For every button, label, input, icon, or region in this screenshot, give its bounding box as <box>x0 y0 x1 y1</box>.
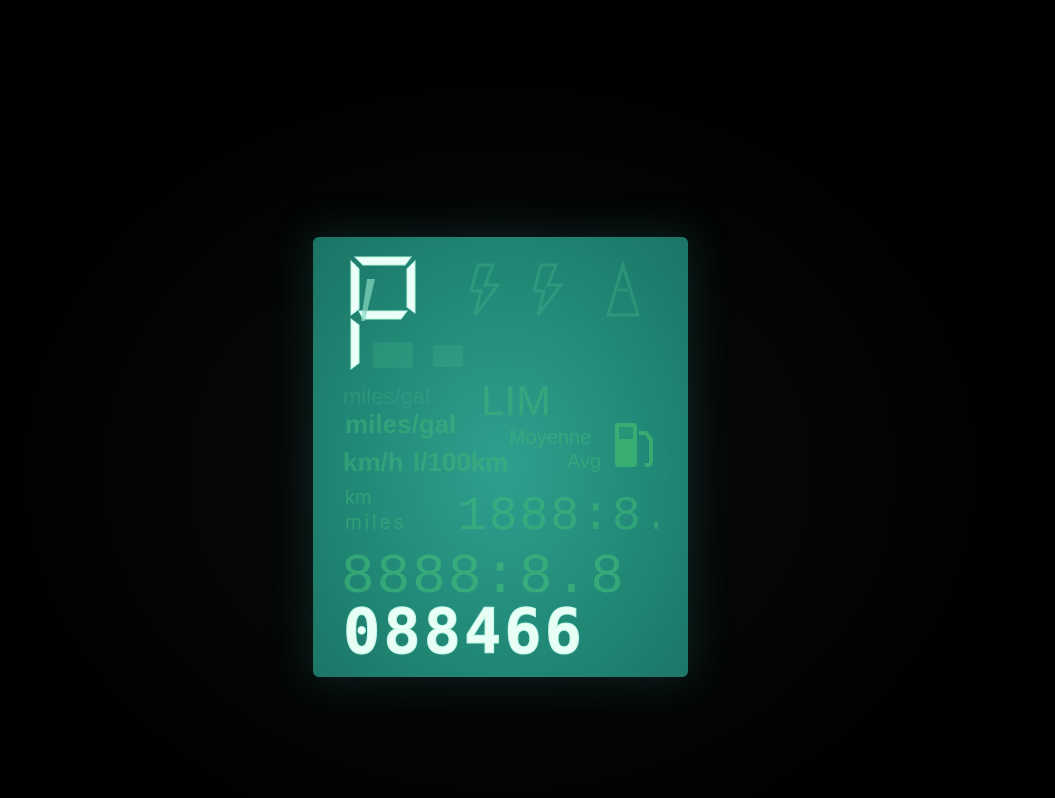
clock-segment-text: 8888:8.8 <box>341 545 626 598</box>
ghost-label-l100km: l/100km <box>413 447 509 477</box>
ghost-label-lim: LIM <box>481 377 552 424</box>
trip-segment-text: 1888:8.8 <box>458 490 658 535</box>
fuel-pump-icon <box>615 423 653 467</box>
ghost-label-kmh: km/h <box>343 447 404 477</box>
ghost-label-miles-gal: miles/gal <box>345 409 457 439</box>
ghost-label-top: miles/gal <box>343 384 430 409</box>
trip-segment-display: 1888:8.8 <box>458 490 658 535</box>
odometer-value: 088466 <box>343 599 585 661</box>
ghost-label-km: km <box>345 487 372 509</box>
clock-segment-display: 8888:8.8 <box>341 545 626 598</box>
instrument-lcd-display: P miles/gal miles/gal km/h l/100km LIM M… <box>313 237 688 677</box>
dark-surround: P miles/gal miles/gal km/h l/100km LIM M… <box>0 0 1055 798</box>
gear-label: P <box>345 251 346 252</box>
warning-icons-unlit <box>469 259 641 317</box>
ghost-label-avg: Avg <box>567 451 602 473</box>
ghost-label-miles: miles <box>345 512 407 534</box>
ghost-label-moyenne: Moyenne <box>509 427 592 449</box>
odometer-display: 088466 <box>343 599 585 661</box>
unlit-icon-zone <box>373 342 463 368</box>
